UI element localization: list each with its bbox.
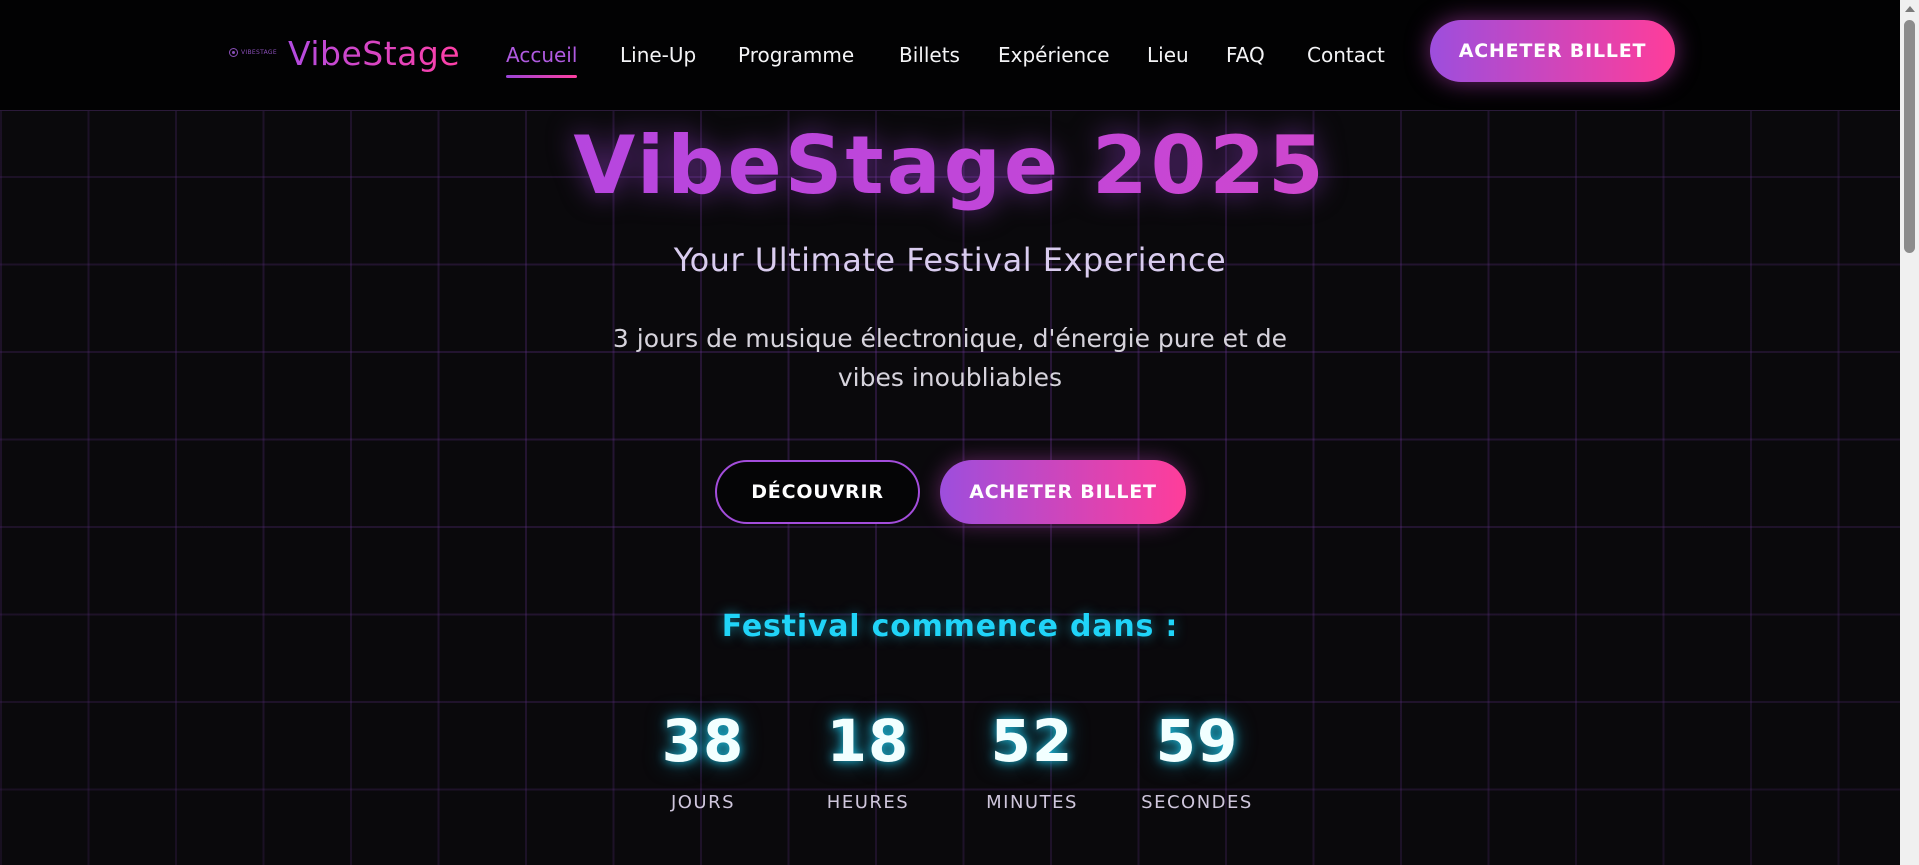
hero-section: VibeStage 2025 Your Ultimate Festival Ex… <box>0 111 1900 865</box>
brand-name[interactable]: VibeStage <box>288 34 460 73</box>
countdown-hours-label: HEURES <box>826 792 910 813</box>
nav-link-faq[interactable]: FAQ <box>1226 43 1265 67</box>
countdown-seconds-label: SECONDES <box>1141 792 1253 813</box>
nav-link-contact[interactable]: Contact <box>1307 43 1385 67</box>
nav-link-line-up[interactable]: Line-Up <box>620 43 696 67</box>
page: VIBESTAGE VibeStage Accueil Line-Up Prog… <box>0 0 1919 865</box>
countdown-minutes-label: MINUTES <box>986 792 1078 813</box>
top-navbar: VIBESTAGE VibeStage Accueil Line-Up Prog… <box>0 0 1900 111</box>
page-scrollbar[interactable] <box>1900 0 1919 865</box>
countdown-seconds-value: 59 <box>1155 707 1239 775</box>
nav-link-experience[interactable]: Expérience <box>998 43 1110 67</box>
vibestage-logo-icon <box>229 48 238 57</box>
hero-description: 3 jours de musique électronique, d'énerg… <box>612 324 1288 392</box>
countdown-minutes: 52 MINUTES <box>962 709 1102 813</box>
discover-button[interactable]: DÉCOUVRIR <box>715 460 920 524</box>
hero-buy-ticket-button[interactable]: ACHETER BILLET <box>940 460 1186 524</box>
mini-logo-text: VIBESTAGE <box>241 49 277 56</box>
countdown-days-value: 38 <box>661 707 745 775</box>
countdown-hours: 18 HEURES <box>798 709 938 813</box>
countdown-minutes-value: 52 <box>990 707 1074 775</box>
countdown-hours-value: 18 <box>826 707 910 775</box>
mini-logo[interactable]: VIBESTAGE <box>229 48 277 57</box>
countdown-days-label: JOURS <box>670 792 736 813</box>
hero-subtitle: Your Ultimate Festival Experience <box>673 241 1227 279</box>
countdown-seconds: 59 SECONDES <box>1127 709 1267 813</box>
nav-link-lieu[interactable]: Lieu <box>1147 43 1189 67</box>
nav-link-billets[interactable]: Billets <box>899 43 960 67</box>
countdown-title: Festival commence dans : <box>721 609 1179 644</box>
scrollbar-thumb[interactable] <box>1904 20 1915 253</box>
nav-link-accueil[interactable]: Accueil <box>506 43 578 78</box>
nav-link-programme[interactable]: Programme <box>738 43 854 67</box>
nav-buy-ticket-button[interactable]: ACHETER BILLET <box>1430 20 1675 82</box>
hero-title: VibeStage 2025 <box>0 119 1900 212</box>
countdown-days: 38 JOURS <box>633 709 773 813</box>
scroll-up-arrow-icon[interactable] <box>1905 6 1915 12</box>
